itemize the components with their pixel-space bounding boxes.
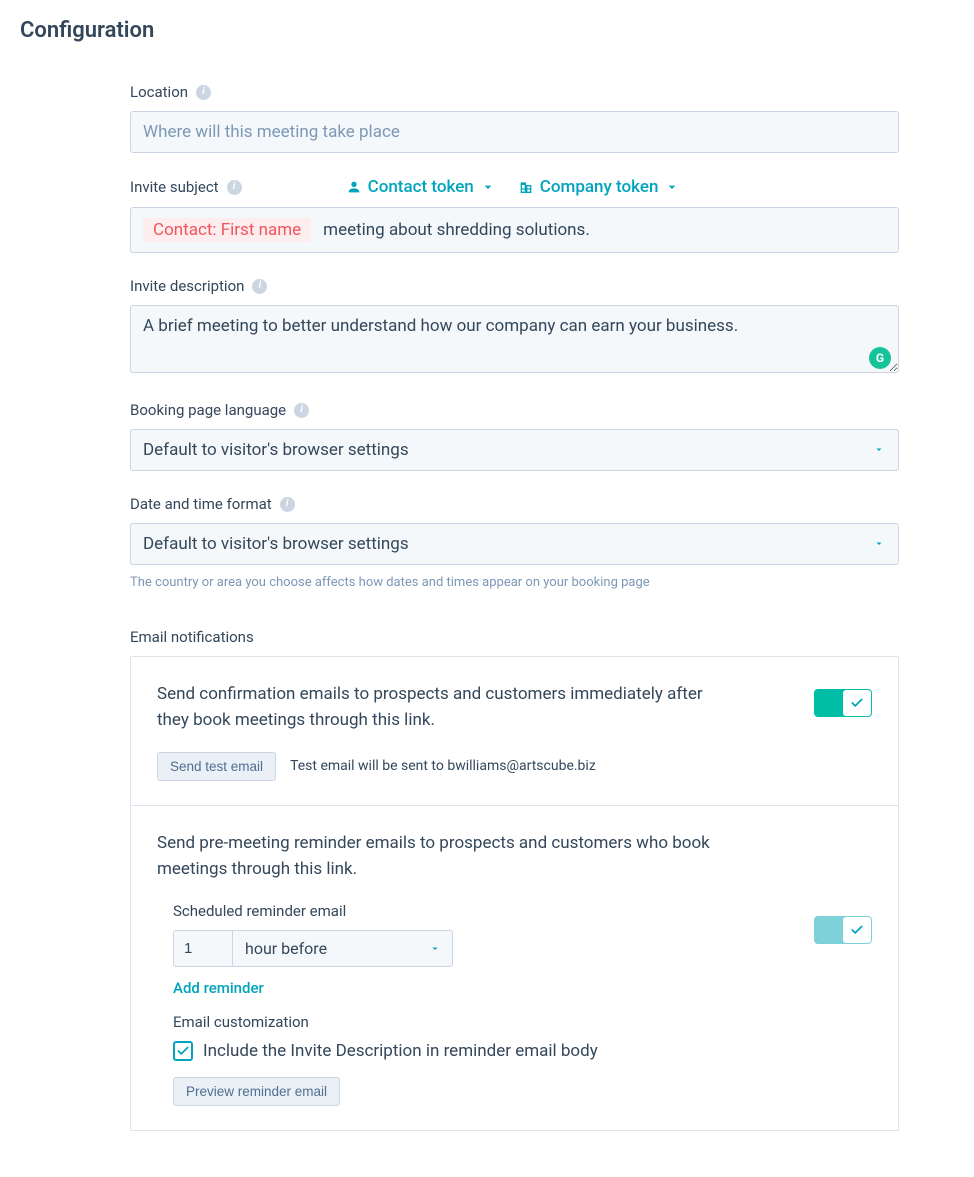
location-field: Location i xyxy=(130,83,899,153)
confirmation-toggle[interactable] xyxy=(814,689,872,717)
email-customization-label: Email customization xyxy=(173,1013,872,1031)
send-test-email-button[interactable]: Send test email xyxy=(157,752,276,781)
contact-token-label: Contact token xyxy=(368,177,474,197)
info-icon[interactable]: i xyxy=(196,85,211,100)
date-format-label: Date and time format xyxy=(130,495,272,513)
booking-language-field: Booking page language i Default to visit… xyxy=(130,401,899,471)
reminder-unit-select[interactable]: hour before xyxy=(233,930,453,967)
reminder-text: Send pre-meeting reminder emails to pros… xyxy=(157,830,717,883)
invite-description-label: Invite description xyxy=(130,277,244,295)
check-icon xyxy=(850,696,864,710)
add-reminder-link[interactable]: Add reminder xyxy=(173,979,264,997)
token-chip-contact-firstname[interactable]: Contact: First name xyxy=(143,218,311,242)
location-label: Location xyxy=(130,83,188,101)
invite-subject-input[interactable]: Contact: First name meeting about shredd… xyxy=(130,207,899,253)
person-icon xyxy=(346,179,362,195)
info-icon[interactable]: i xyxy=(280,497,295,512)
chevron-down-icon xyxy=(480,179,496,195)
include-description-label: Include the Invite Description in remind… xyxy=(203,1041,598,1061)
email-notifications-panel: Send confirmation emails to prospects an… xyxy=(130,656,899,1131)
info-icon[interactable]: i xyxy=(294,403,309,418)
toggle-knob xyxy=(843,690,871,716)
confirmation-section: Send confirmation emails to prospects an… xyxy=(131,657,898,806)
location-input[interactable] xyxy=(130,111,899,153)
preview-reminder-email-button[interactable]: Preview reminder email xyxy=(173,1077,340,1106)
date-format-field: Date and time format i Default to visito… xyxy=(130,495,899,590)
checkbox-box xyxy=(173,1041,193,1061)
company-token-label: Company token xyxy=(540,177,659,197)
reminder-toggle[interactable] xyxy=(814,916,872,944)
date-format-help: The country or area you choose affects h… xyxy=(130,575,899,590)
invite-subject-label: Invite subject xyxy=(130,178,219,196)
confirmation-text: Send confirmation emails to prospects an… xyxy=(157,681,717,734)
test-email-note: Test email will be sent to bwilliams@art… xyxy=(290,758,596,774)
contact-token-dropdown[interactable]: Contact token xyxy=(346,177,496,197)
invite-subject-field: Invite subject i Contact token Company t… xyxy=(130,177,899,253)
reminder-count-input[interactable] xyxy=(173,930,233,967)
email-notifications-label: Email notifications xyxy=(130,628,899,646)
info-icon[interactable]: i xyxy=(227,180,242,195)
reminder-section: Send pre-meeting reminder emails to pros… xyxy=(131,806,898,1131)
check-icon xyxy=(850,923,864,937)
booking-language-select[interactable]: Default to visitor's browser settings xyxy=(130,429,899,471)
invite-description-textarea[interactable] xyxy=(130,305,899,373)
scheduled-reminder-label: Scheduled reminder email xyxy=(173,902,872,920)
invite-subject-text: meeting about shredding solutions. xyxy=(323,220,590,240)
toggle-knob xyxy=(843,917,871,943)
date-format-select[interactable]: Default to visitor's browser settings xyxy=(130,523,899,565)
info-icon[interactable]: i xyxy=(252,279,267,294)
building-icon xyxy=(518,179,534,195)
grammarly-icon[interactable]: G xyxy=(869,347,891,369)
company-token-dropdown[interactable]: Company token xyxy=(518,177,681,197)
page-title: Configuration xyxy=(20,18,954,43)
include-description-checkbox[interactable]: Include the Invite Description in remind… xyxy=(173,1041,872,1061)
booking-language-label: Booking page language xyxy=(130,401,286,419)
check-icon xyxy=(176,1044,190,1058)
invite-description-field: Invite description i G xyxy=(130,277,899,377)
chevron-down-icon xyxy=(664,179,680,195)
